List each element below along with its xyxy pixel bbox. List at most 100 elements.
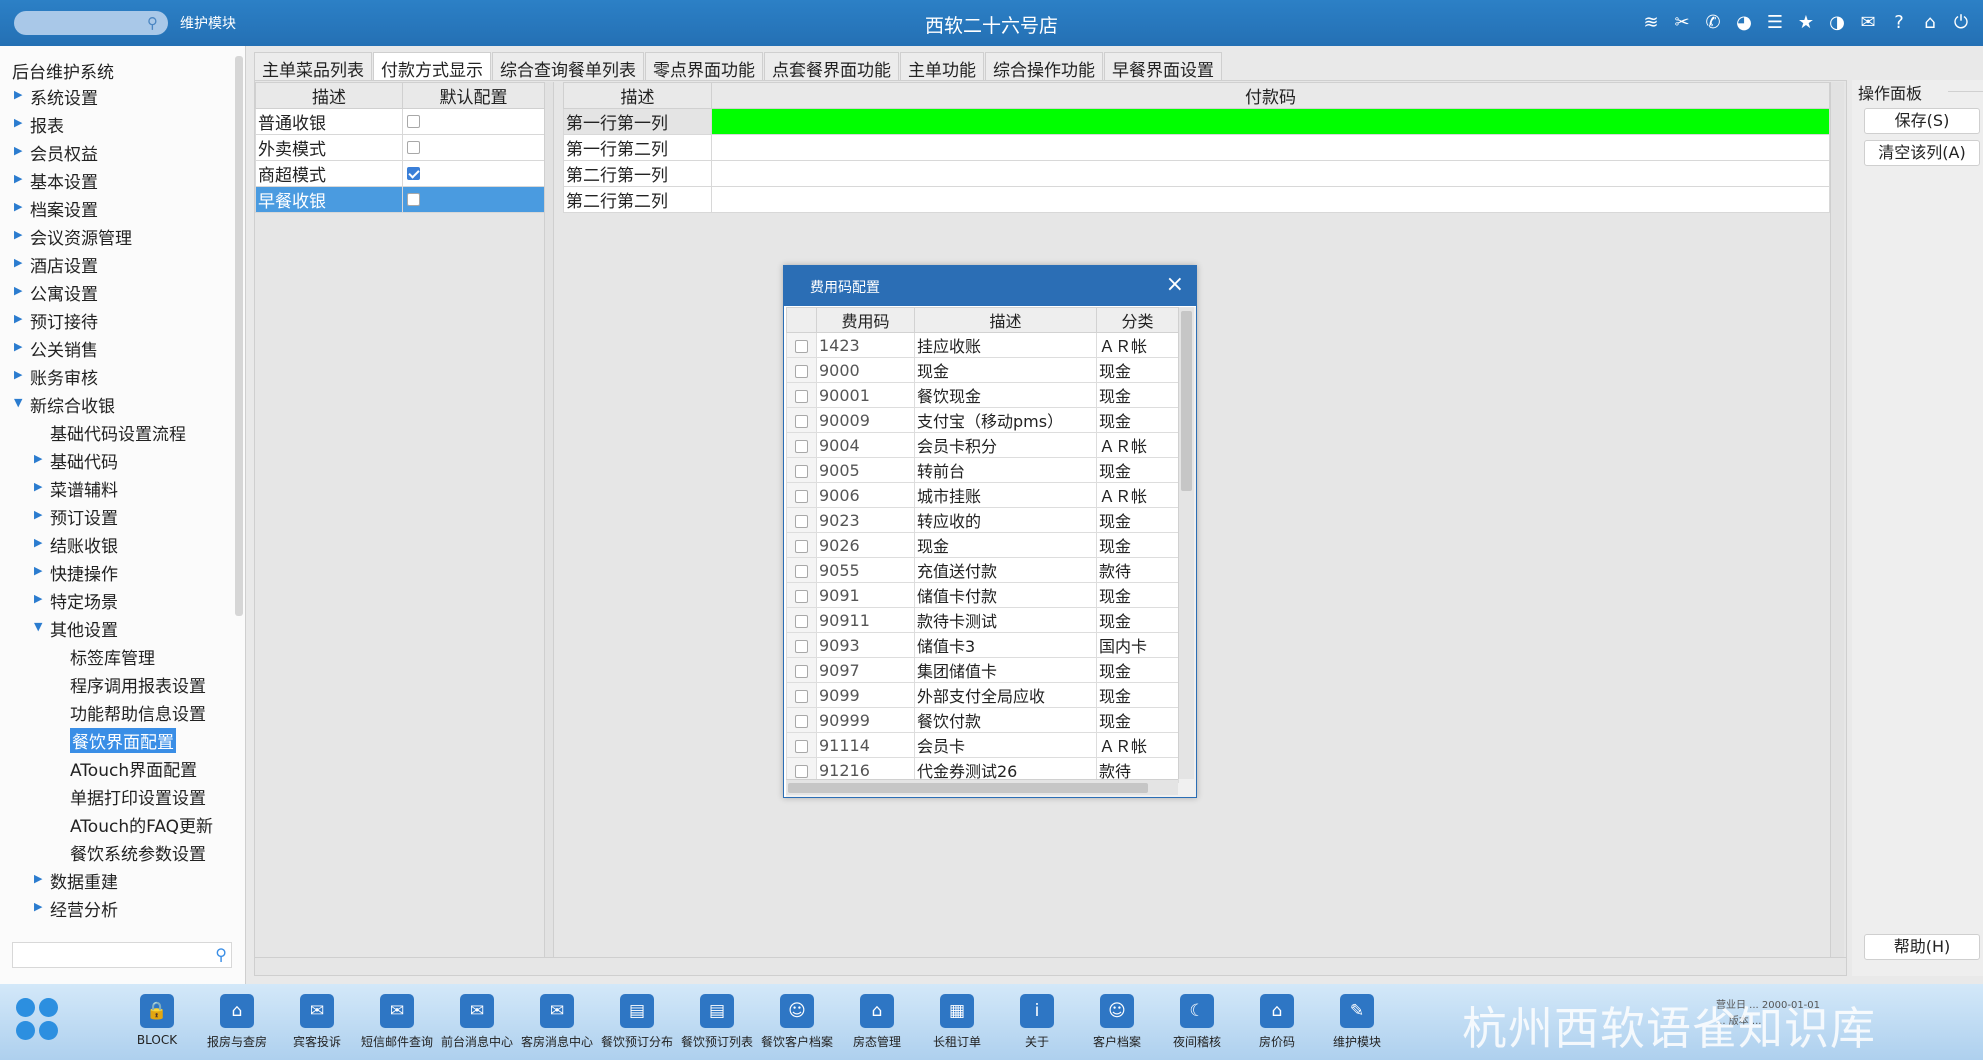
clear-column-button[interactable]: 清空该列(A) (1864, 140, 1980, 166)
tab-main-order[interactable]: 主单功能 (900, 52, 984, 81)
sidebar-item[interactable]: 系统设置 (30, 84, 98, 109)
pay-code-cell[interactable] (711, 108, 1830, 135)
expand-down-icon[interactable]: ▼ (14, 396, 22, 409)
row-checkbox[interactable] (795, 564, 808, 578)
taskbar-app[interactable]: ☾ 夜间稽核 (1157, 994, 1237, 1050)
table-row[interactable]: 9091 储值卡付款 现金 (786, 582, 1179, 608)
expand-right-icon[interactable]: ▶ (34, 452, 42, 465)
pay-code-cell[interactable] (711, 134, 1830, 161)
taskbar-app[interactable]: ⌂ 房态管理 (837, 994, 917, 1050)
table-row[interactable]: 90009 支付宝（移动pms） 现金 (786, 407, 1179, 433)
tools-icon[interactable]: ✂ (1670, 10, 1694, 34)
table-row[interactable]: 9099 外部支付全局应收 现金 (786, 682, 1179, 708)
expand-right-icon[interactable]: ▶ (14, 228, 22, 241)
splitter[interactable] (544, 82, 554, 957)
sidebar-item[interactable]: 新综合收银 (30, 392, 115, 417)
table-row[interactable]: 第二行第一列 (563, 160, 1830, 187)
row-checkbox[interactable] (795, 689, 808, 703)
tab-breakfast[interactable]: 早餐界面设置 (1104, 52, 1222, 81)
table-row[interactable]: 9026 现金 现金 (786, 532, 1179, 558)
expand-right-icon[interactable]: ▶ (34, 480, 42, 493)
table-row[interactable]: 90999 餐饮付款 现金 (786, 707, 1179, 733)
row-checkbox[interactable] (795, 589, 808, 603)
content-scrollbar[interactable] (1830, 82, 1844, 957)
table-row[interactable]: 9023 转应收的 现金 (786, 507, 1179, 533)
table-row[interactable]: 90911 款待卡测试 现金 (786, 607, 1179, 633)
default-checkbox[interactable] (407, 193, 420, 206)
table-row[interactable]: 早餐收银 (255, 186, 545, 213)
sidebar-item[interactable]: 账务审核 (30, 364, 98, 389)
expand-right-icon[interactable]: ▶ (34, 564, 42, 577)
sidebar-item[interactable]: 菜谱辅料 (50, 476, 118, 501)
sidebar-item[interactable]: 程序调用报表设置 (70, 672, 206, 697)
expand-down-icon[interactable]: ▼ (34, 620, 42, 633)
col-fee-code[interactable]: 费用码 (816, 307, 915, 333)
theme-icon[interactable]: ◑ (1825, 10, 1849, 34)
sidebar-scrollbar[interactable] (235, 56, 243, 616)
sidebar-item[interactable]: 会议资源管理 (30, 224, 132, 249)
sidebar-item[interactable]: 单据打印设置设置 (70, 784, 206, 809)
tab-main-dish-list[interactable]: 主单菜品列表 (254, 52, 372, 81)
sidebar-item[interactable]: 数据重建 (50, 868, 118, 893)
sidebar-item[interactable]: 基础代码设置流程 (50, 420, 186, 445)
save-button[interactable]: 保存(S) (1864, 108, 1980, 134)
taskbar-app[interactable]: ✉ 前台消息中心 (437, 994, 517, 1050)
default-checkbox[interactable] (407, 167, 420, 180)
scroll-thumb[interactable] (1181, 311, 1192, 491)
expand-right-icon[interactable]: ▶ (14, 340, 22, 353)
taskbar-app[interactable]: ✉ 短信邮件查询 (357, 994, 437, 1050)
table-row[interactable]: 第一行第二列 (563, 134, 1830, 161)
tab-set-menu[interactable]: 点套餐界面功能 (764, 52, 899, 81)
help-icon[interactable]: ? (1887, 10, 1911, 34)
expand-right-icon[interactable]: ▶ (14, 284, 22, 297)
table-row[interactable]: 1423 挂应收账 ＡＲ帐 (786, 332, 1179, 358)
taskbar-app[interactable]: ✉ 宾客投诉 (277, 994, 357, 1050)
default-checkbox[interactable] (407, 115, 420, 128)
sidebar-item[interactable]: 基本设置 (30, 168, 98, 193)
taskbar-app[interactable]: ✉ 客房消息中心 (517, 994, 597, 1050)
search-icon[interactable]: ⚲ (215, 945, 227, 964)
sidebar-item[interactable]: 基础代码 (50, 448, 118, 473)
tree-root[interactable]: 后台维护系统 (12, 58, 114, 83)
row-checkbox[interactable] (795, 539, 808, 553)
pay-code-cell[interactable] (711, 186, 1830, 213)
content-hscrollbar[interactable] (255, 957, 1846, 975)
expand-right-icon[interactable]: ▶ (34, 508, 42, 521)
sidebar-item[interactable]: 其他设置 (50, 616, 118, 641)
sidebar-item[interactable]: 会员权益 (30, 140, 98, 165)
close-icon[interactable]: × (1166, 272, 1184, 297)
table-row[interactable]: 第二行第二列 (563, 186, 1830, 213)
expand-right-icon[interactable]: ▶ (14, 312, 22, 325)
expand-right-icon[interactable]: ▶ (14, 88, 22, 101)
tab-payment-display[interactable]: 付款方式显示 (373, 52, 491, 81)
table-row[interactable]: 9097 集团储值卡 现金 (786, 657, 1179, 683)
expand-right-icon[interactable]: ▶ (34, 592, 42, 605)
table-row[interactable]: 91114 会员卡 ＡＲ帐 (786, 732, 1179, 758)
col-default[interactable]: 默认配置 (402, 82, 545, 109)
mail-icon[interactable]: ✉ (1856, 10, 1880, 34)
taskbar-app[interactable]: i 关于 (997, 994, 1077, 1050)
table-row[interactable]: 9055 充值送付款 款待 (786, 557, 1179, 583)
default-checkbox[interactable] (407, 141, 420, 154)
taskbar-app[interactable]: ✎ 维护模块 (1317, 994, 1397, 1050)
row-checkbox[interactable] (795, 414, 808, 428)
sidebar-item[interactable]: 报表 (30, 112, 64, 137)
taskbar-app[interactable]: ☺ 客户档案 (1077, 994, 1157, 1050)
taskbar-app[interactable]: ▤ 餐饮预订列表 (677, 994, 757, 1050)
taskbar-app[interactable]: ☺ 餐饮客户档案 (757, 994, 837, 1050)
row-checkbox[interactable] (795, 389, 808, 403)
row-checkbox[interactable] (795, 339, 808, 353)
table-row[interactable]: 外卖模式 (255, 134, 545, 161)
sidebar-item[interactable]: 预订设置 (50, 504, 118, 529)
sidebar-item[interactable]: 餐饮界面配置 (70, 728, 176, 753)
row-checkbox[interactable] (795, 614, 808, 628)
taskbar-app[interactable]: ▤ 餐饮预订分布 (597, 994, 677, 1050)
row-checkbox[interactable] (795, 739, 808, 753)
start-icon[interactable] (14, 996, 62, 1044)
help-button[interactable]: 帮助(H) (1864, 934, 1980, 960)
dialog-vscrollbar[interactable] (1178, 307, 1194, 779)
row-checkbox[interactable] (795, 439, 808, 453)
expand-right-icon[interactable]: ▶ (14, 172, 22, 185)
expand-right-icon[interactable]: ▶ (14, 256, 22, 269)
dialog-header[interactable]: 费用码配置 × (784, 266, 1196, 306)
